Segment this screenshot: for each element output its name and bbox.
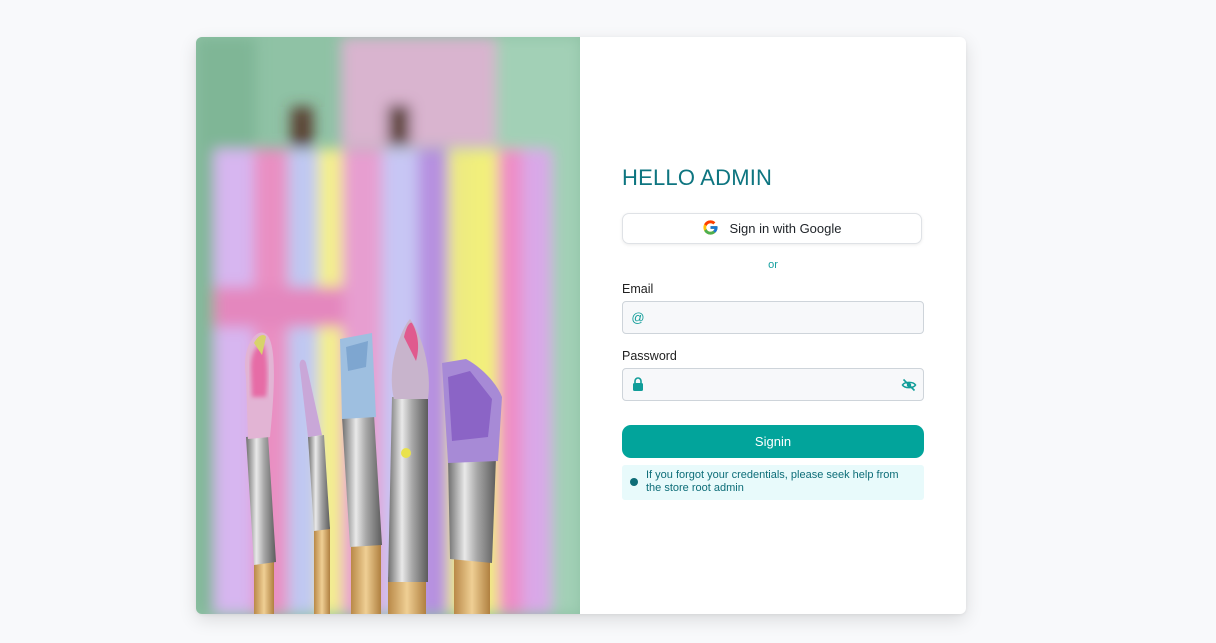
hero-image — [196, 37, 580, 614]
email-field-wrapper: @ — [622, 301, 924, 334]
email-field[interactable] — [649, 302, 889, 333]
notice-text: If you forgot your credentials, please s… — [646, 469, 899, 494]
info-dot-icon — [630, 478, 638, 486]
google-signin-label: Sign in with Google — [729, 221, 842, 236]
google-g-icon — [702, 219, 719, 239]
password-field[interactable] — [649, 369, 889, 400]
or-divider: or — [768, 259, 778, 271]
login-form: HELLO ADMIN Sign in with Google or Email… — [622, 37, 924, 614]
signin-button[interactable]: Signin — [622, 425, 924, 458]
lock-icon — [630, 376, 646, 393]
at-sign-icon: @ — [631, 310, 645, 325]
password-label: Password — [622, 349, 677, 363]
password-field-wrapper — [622, 368, 924, 401]
login-card: HELLO ADMIN Sign in with Google or Email… — [196, 37, 966, 614]
email-label: Email — [622, 282, 654, 296]
eye-off-icon[interactable] — [901, 377, 917, 393]
forgot-credentials-notice: If you forgot your credentials, please s… — [622, 465, 924, 500]
page-title: HELLO ADMIN — [622, 165, 773, 190]
google-signin-button[interactable]: Sign in with Google — [622, 213, 922, 244]
